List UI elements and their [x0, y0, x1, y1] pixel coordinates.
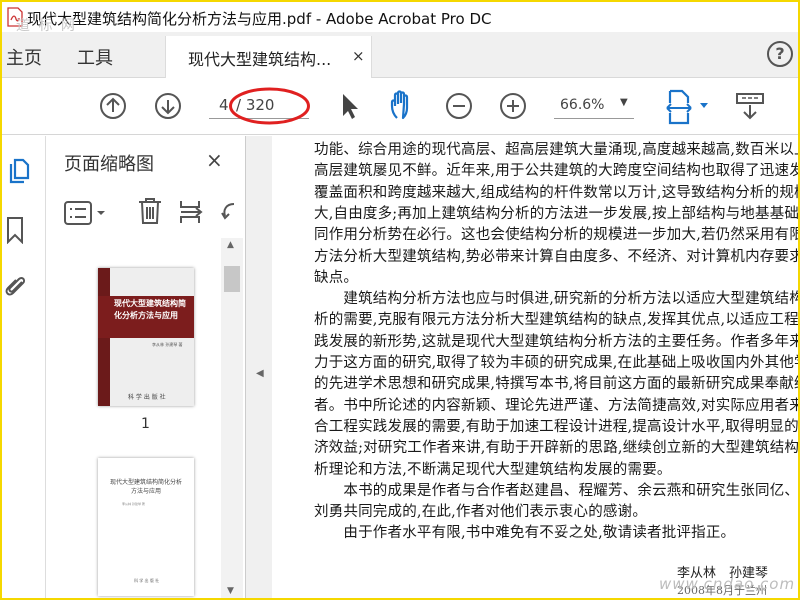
trash-icon[interactable]: [136, 196, 164, 226]
zoom-dropdown[interactable]: 66.6% ▼: [554, 93, 634, 119]
bookmark-icon[interactable]: [4, 216, 26, 244]
text-line: 大,自由度多;再加上建筑结构分析的方法进一步发展,按上部结构与地基基础共: [314, 205, 798, 222]
select-arrow-icon[interactable]: [339, 92, 361, 122]
annotation-red-ellipse: [229, 87, 310, 125]
watermark-bottom: www.cndao.com: [659, 575, 796, 593]
text-line: 由于作者水平有限,书中难免有不妥之处,敬请读者批评指正。: [314, 525, 736, 542]
zoom-in-icon[interactable]: [499, 92, 527, 120]
text-line: 践发展的新形势,这就是现代大型建筑结构分析方法的主要任务。作者多年来致: [314, 333, 798, 350]
title-bar: 现代大型建筑结构简化分析方法与应用.pdf - Adobe Acrobat Pr…: [2, 2, 798, 34]
text-line: 济效益;对研究工作者来讲,有助于开辟新的思路,继续创立新的大型建筑结构分: [314, 440, 798, 457]
options-menu-icon[interactable]: [64, 200, 108, 226]
thumbnail-scrollbar[interactable]: ▲ ▼: [221, 238, 243, 598]
page-thumbnails-icon[interactable]: [8, 158, 32, 184]
tab-tools[interactable]: 工具: [77, 44, 113, 70]
scrollbar-thumb[interactable]: [224, 266, 240, 292]
text-line: 方法分析大型建筑结构,势必带来计算自由度多、不经济、对计算机内存要求高等: [314, 248, 798, 265]
thumb2-authors: 李从林 孙建琴 著: [122, 502, 145, 506]
thumb1-cover-publisher: 科 学 出 版 社: [128, 394, 166, 401]
next-page-icon[interactable]: [154, 92, 182, 120]
text-line: 缺点。: [314, 269, 359, 286]
prev-page-icon[interactable]: [99, 92, 127, 120]
text-line: 的先进学术思想和研究成果,特撰写本书,将目前这方面的最新研究成果奉献给读: [314, 376, 798, 393]
thumb1-cover-authors: 李从林 孙建琴 著: [152, 342, 183, 347]
text-line: 本书的成果是作者与合作者赵建昌、程耀芳、余云燕和研究生张同亿、王忠礼、: [343, 482, 798, 499]
text-line: 建筑结构分析方法也应与时俱进,研究新的分析方法以适应大型建筑结构分: [314, 291, 798, 308]
thumb1-cover-title: 现代大型建筑结构简化分析方法与应用: [114, 299, 186, 320]
thumb2-title: 现代大型建筑结构简化分析方法与应用: [110, 479, 183, 495]
page-thumbnails-panel: 页面缩略图 × 现代大型建筑结构简化分析方法与应用 李从林 孙建琴 著 科 学 …: [46, 136, 246, 598]
scroll-down-icon[interactable]: ▼: [227, 586, 234, 596]
zoom-value: 66.6%: [560, 97, 605, 113]
thumb2-publisher: 科 学 出 版 社: [134, 578, 160, 583]
help-icon[interactable]: ?: [767, 41, 793, 67]
panel-close-icon[interactable]: ×: [206, 148, 223, 172]
text-line: 刘勇共同完成的,在此,作者对他们表示衷心的感谢。: [314, 504, 648, 521]
panel-toolbar: [60, 196, 246, 232]
hand-tool-icon[interactable]: [389, 90, 419, 122]
page-thumbnail-1[interactable]: 现代大型建筑结构简化分析方法与应用 李从林 孙建琴 著 科 学 出 版 社: [98, 268, 194, 406]
collapse-panel-icon[interactable]: ◀: [256, 368, 264, 379]
panel-title: 页面缩略图: [64, 154, 154, 175]
rotate-page-icon[interactable]: [220, 198, 238, 226]
scroll-mode-icon[interactable]: [735, 92, 765, 120]
insert-page-icon[interactable]: [178, 198, 206, 226]
page-thumbnail-2[interactable]: 现代大型建筑结构简化分析方法与应用 李从林 孙建琴 著 科 学 出 版 社: [98, 458, 194, 596]
text-line: 析的需要,克服有限元方法分析大型建筑结构的缺点,发挥其优点,以适应工程实: [314, 312, 798, 329]
text-line: 覆盖面积和跨度越来越大,组成结构的杆件数常以万计,这导致结构分析的规模巨: [314, 184, 798, 201]
zoom-out-icon[interactable]: [445, 92, 473, 120]
tab-document[interactable]: 现代大型建筑结构... ×: [165, 36, 372, 78]
left-nav-rail: [2, 136, 46, 598]
text-line: 功能、综合用途的现代高层、超高层建筑大量涌现,高度越来越高,数百米以上的超: [314, 142, 798, 158]
text-line: 析理论和方法,不断满足现代大型建筑结构发展的需要。: [314, 461, 672, 478]
close-tab-icon[interactable]: ×: [352, 47, 365, 65]
thumbnail-page-number: 1: [141, 416, 150, 432]
text-line: 同作用分析势在必行。这也会使结构分析的规模进一步加大,若仍然采用有限元: [314, 227, 798, 244]
attachment-icon[interactable]: [4, 272, 28, 302]
scroll-up-icon[interactable]: ▲: [227, 240, 234, 250]
fit-width-icon[interactable]: [664, 89, 710, 125]
tab-bar: 主页 工具 现代大型建筑结构... × ?: [2, 32, 798, 78]
text-line: 高层建筑屡见不鲜。近年来,用于公共建筑的大跨度空间结构也取得了迅速发展,: [314, 163, 798, 180]
tab-home[interactable]: 主页: [6, 44, 42, 70]
tab-document-label: 现代大型建筑结构...: [188, 50, 332, 69]
text-line: 合工程实践发展的需要,有助于加速工程设计进程,提高设计水平,取得明显的经: [314, 418, 798, 435]
panel-splitter[interactable]: ◀: [246, 136, 272, 598]
app-window: 现代大型建筑结构简化分析方法与应用.pdf - Adobe Acrobat Pr…: [0, 0, 800, 600]
text-line: 力于这方面的研究,取得了较为丰硕的研究成果,在此基础上吸收国内外其他学者: [314, 355, 798, 371]
main-toolbar: 4 / 320 66.6% ▼: [2, 79, 798, 135]
window-title: 现代大型建筑结构简化分析方法与应用.pdf - Adobe Acrobat Pr…: [27, 10, 492, 28]
chevron-down-icon: ▼: [620, 97, 628, 108]
document-view[interactable]: 功能、综合用途的现代高层、超高层建筑大量涌现,高度越来越高,数百米以上的超 高层建…: [272, 136, 798, 598]
text-line: 者。书中所论述的内容新颖、理论先进严谨、方法简捷高效,对实际应用者来讲,符: [314, 397, 798, 414]
